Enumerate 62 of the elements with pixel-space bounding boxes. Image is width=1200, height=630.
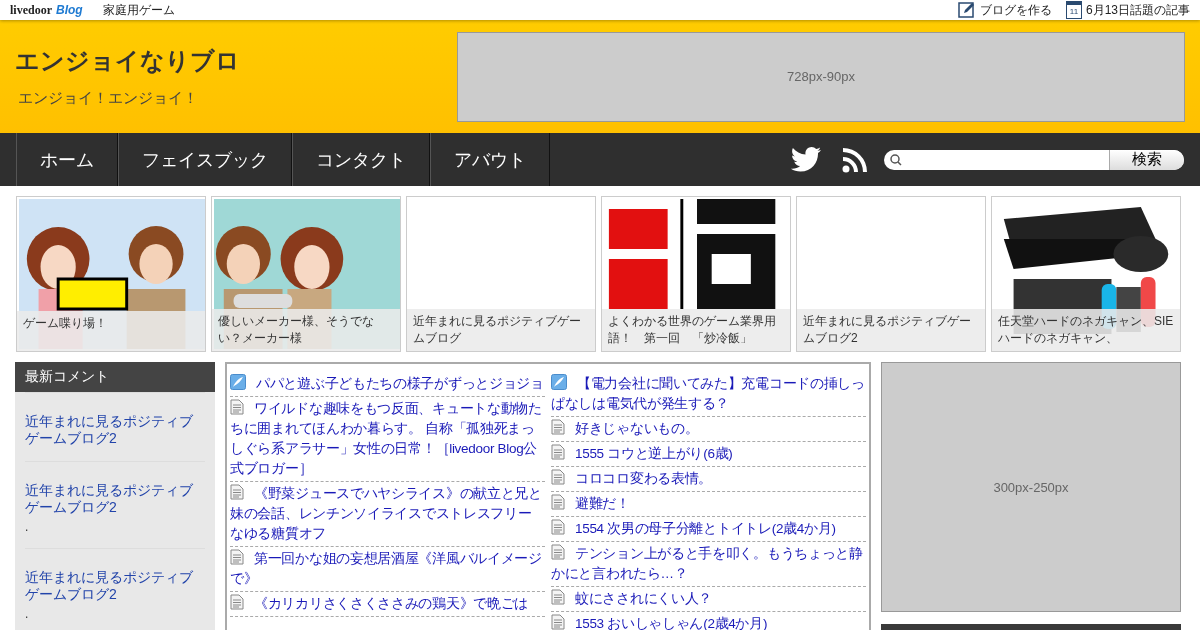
featured-caption[interactable]: ゲーム喋り場！ — [17, 311, 205, 351]
feed-link[interactable]: 1555 コウと逆上がり(6歳) — [551, 442, 866, 467]
featured-caption[interactable]: 近年まれに見るポジティブゲームブログ2 — [797, 309, 985, 351]
feed-link[interactable]: 蚊にさされにくい人？ — [551, 587, 866, 612]
featured-card[interactable]: 近年まれに見るポジティブゲームブログ2 — [796, 196, 986, 352]
comment-text: . — [25, 607, 30, 621]
featured-card[interactable]: よくわかる世界のゲーム業界用語！ 第一回 「炒冷飯」 — [601, 196, 791, 352]
comment-text: . — [25, 520, 30, 534]
document-icon — [551, 419, 565, 435]
featured-card[interactable]: 近年まれに見るポジティブゲームブログ — [406, 196, 596, 352]
search-button[interactable]: 検索 — [1109, 149, 1184, 170]
document-icon — [551, 519, 565, 535]
feed-link[interactable]: 【電力会社に聞いてみた】充電コードの挿しっぱなしは電気代が発生する？ — [551, 372, 866, 417]
feather-icon — [551, 374, 567, 390]
document-icon — [230, 484, 244, 500]
document-icon — [551, 469, 565, 485]
comment-link[interactable]: 近年まれに見るポジティブゲームブログ2 — [25, 482, 205, 516]
featured-card[interactable]: 任天堂ハードのネガキャン、SIEハードのネガキャン、 — [991, 196, 1181, 352]
search-icon — [890, 153, 902, 166]
featured-caption[interactable]: 任天堂ハードのネガキャン、SIEハードのネガキャン、 — [992, 309, 1180, 351]
document-icon — [230, 594, 244, 610]
logo[interactable]: Blog — [56, 3, 83, 17]
widget-title: 最新コメント — [15, 362, 215, 392]
document-icon — [551, 544, 565, 560]
feed-link[interactable]: ワイルドな趣味をもつ反面、キュートな動物たちに囲まれてほんわか暮らす。 自称「孤独死まっしぐら系アラサー」女性の日常！［livedoor Blog公式ブロガー］ — [230, 397, 545, 482]
document-icon — [230, 399, 244, 415]
rss-icon[interactable] — [842, 146, 868, 173]
featured-card[interactable]: ゲーム喋り場！ — [16, 196, 206, 352]
feed-link[interactable]: 第一回かな姐の妄想居酒屋《洋風バルイメージで》 — [230, 547, 545, 592]
document-icon — [551, 444, 565, 460]
featured-caption[interactable]: 優しいメーカー様、そうでない？メーカー様 — [212, 309, 400, 351]
featured-card[interactable]: 優しいメーカー様、そうでない？メーカー様 — [211, 196, 401, 352]
feed-link[interactable]: テンション上がると手を叩く。もうちょっと静かにと言われたら…？ — [551, 542, 866, 587]
feed-link[interactable]: 1553 おいしゃしゃん(2歳4か月) — [551, 612, 866, 630]
document-icon — [551, 494, 565, 510]
nav-item[interactable]: ホーム — [16, 133, 118, 186]
feed-link[interactable]: 《カリカリさくさくささみの鶏天》で晩ごは — [230, 592, 545, 617]
feather-icon — [230, 374, 246, 390]
blog-title[interactable]: エンジョイなりブロ — [15, 45, 457, 77]
top-link[interactable]: 6月13日話題の記事 — [1085, 1, 1190, 19]
feed-link[interactable]: 好きじゃないもの。 — [551, 417, 866, 442]
featured-caption[interactable]: 近年まれに見るポジティブゲームブログ — [407, 309, 595, 351]
feed-link[interactable]: コロコロ変わる表情。 — [551, 467, 866, 492]
nav-item[interactable]: フェイスブック — [118, 133, 292, 186]
nav-item[interactable]: コンタクト — [292, 133, 430, 186]
feed-link[interactable]: 《野菜ジュースでハヤシライス》の献立と兄と妹の会話、レンチンソイライスでストレスフリーなゆる糖質オフ — [230, 482, 545, 547]
comment-link[interactable]: 近年まれに見るポジティブゲームブログ2 — [25, 413, 205, 447]
blog-subtitle: エンジョイ！エンジョイ！ — [17, 89, 199, 108]
document-icon — [230, 549, 244, 565]
ad-size-label: 300px-250px — [993, 479, 1069, 495]
category-link[interactable]: 家庭用ゲーム — [102, 1, 175, 19]
nav-item[interactable]: アバウト — [430, 133, 550, 186]
feed-link[interactable]: パパと遊ぶ子どもたちの様子がずっとジョジョ — [230, 372, 545, 397]
comment-link[interactable]: 近年まれに見るポジティブゲームブログ2 — [25, 569, 205, 603]
ad-size-label: 728px-90px — [787, 69, 855, 84]
bird-icon[interactable] — [790, 146, 822, 173]
feed-link[interactable]: 1554 次男の母子分離とトイトレ(2歳4か月) — [551, 517, 866, 542]
featured-caption[interactable]: よくわかる世界のゲーム業界用語！ 第一回 「炒冷飯」 — [602, 309, 790, 351]
document-icon — [551, 589, 565, 605]
top-link[interactable]: ブログを作る — [979, 1, 1052, 19]
logo[interactable]: livedoor — [10, 2, 52, 18]
feed-link[interactable]: 避難だ！ — [551, 492, 866, 517]
